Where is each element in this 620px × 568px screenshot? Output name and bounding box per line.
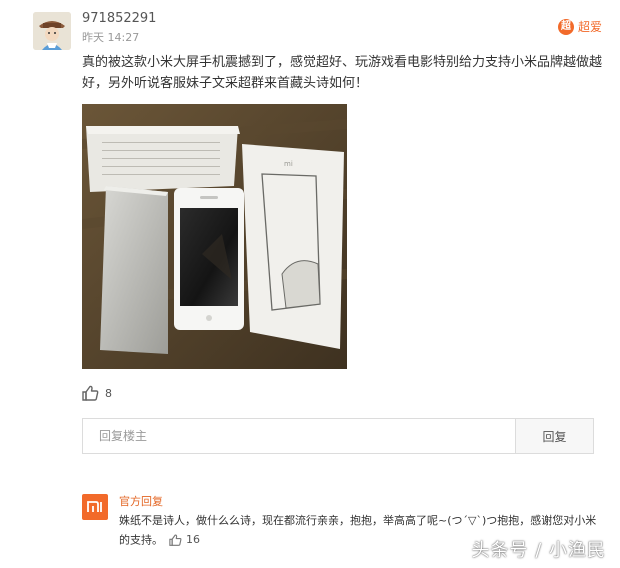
avatar-icon <box>33 12 71 50</box>
super-love-button[interactable]: 超 超爱 <box>557 18 602 35</box>
official-reply-title: 官方回复 <box>119 495 163 508</box>
avatar[interactable] <box>33 12 71 50</box>
reply-button[interactable]: 回复 <box>515 419 593 453</box>
watermark: 头条号 / 小渔民 <box>471 540 606 561</box>
username[interactable]: 971852291 <box>82 11 156 26</box>
mi-logo-icon <box>82 494 108 520</box>
post-timestamp: 昨天 14:27 <box>82 29 139 45</box>
official-like-button[interactable]: 16 <box>169 530 200 549</box>
phone-unboxing-photo: mi <box>82 104 347 369</box>
post-photo[interactable]: mi <box>82 104 347 369</box>
timestamp-time: 14:27 <box>107 31 140 44</box>
thumbs-up-icon <box>169 534 182 546</box>
mi-logo-glyph <box>87 501 102 512</box>
thumbs-up-icon <box>82 385 99 401</box>
post-text: 真的被这款小米大屏手机震撼到了，感觉超好、玩游戏看电影特别给力支持小米品牌越做越… <box>82 55 603 91</box>
post-like-button[interactable]: 8 <box>82 385 112 401</box>
reply-box: 回复 <box>82 418 594 454</box>
reply-input[interactable] <box>83 419 515 453</box>
svg-text:mi: mi <box>284 160 293 168</box>
official-like-count: 16 <box>186 533 200 546</box>
super-love-icon: 超 <box>557 18 574 35</box>
post-like-count: 8 <box>105 386 112 400</box>
timestamp-day: 昨天 <box>82 31 104 44</box>
super-love-label: 超爱 <box>577 20 602 34</box>
